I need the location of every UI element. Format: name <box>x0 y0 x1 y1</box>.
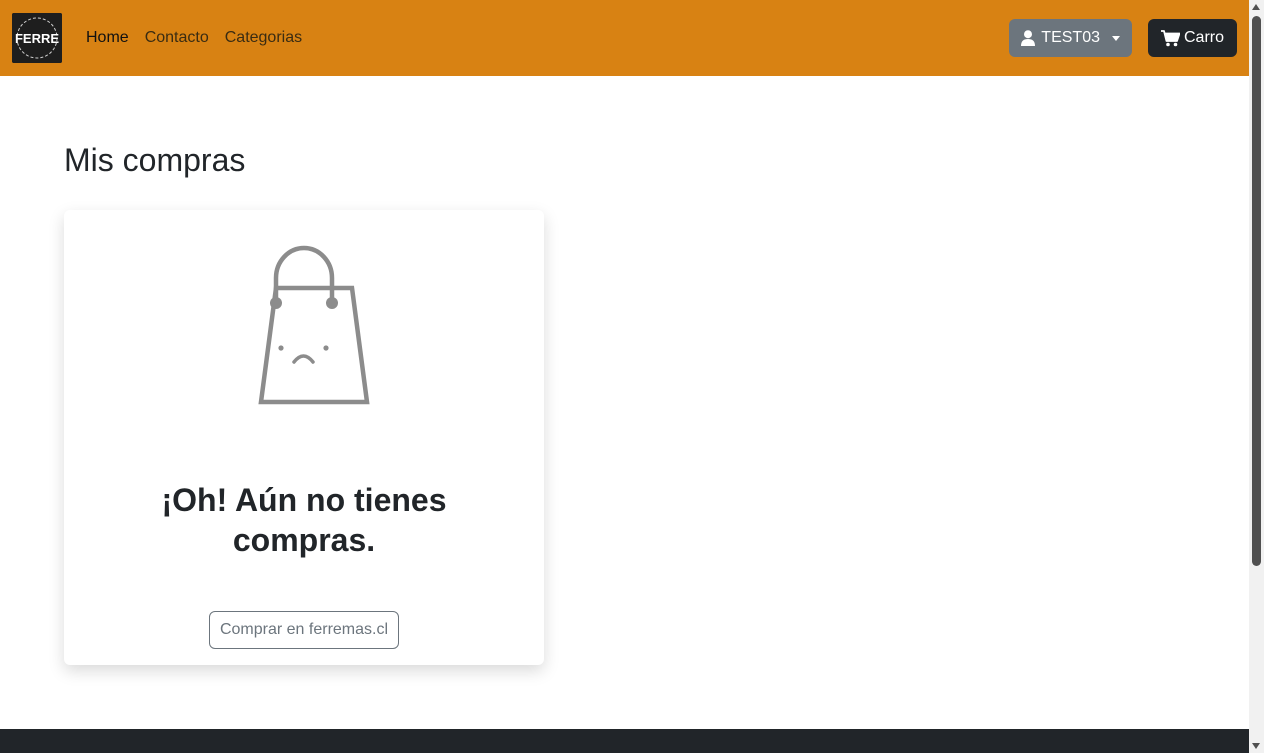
scroll-thumb[interactable] <box>1252 16 1261 566</box>
page-title: Mis compras <box>64 142 246 178</box>
ferre-logo-icon: FERRE <box>12 13 62 63</box>
user-label: TEST03 <box>1041 29 1100 46</box>
empty-orders-card: ¡Oh! Aún no tienes compras. Comprar en f… <box>64 210 544 665</box>
footer <box>0 729 1249 753</box>
page-scrollbar[interactable] <box>1249 0 1264 753</box>
nav-link-contacto[interactable]: Contacto <box>137 29 217 47</box>
nav-link-home[interactable]: Home <box>78 29 137 47</box>
cart-icon <box>1160 29 1180 46</box>
cart-button[interactable]: Carro <box>1147 19 1237 57</box>
caret-down-icon <box>1111 35 1120 41</box>
nav-link-categorias[interactable]: Categorias <box>217 29 310 47</box>
user-icon <box>1021 30 1036 46</box>
nav-links: Home Contacto Categorias <box>78 29 310 47</box>
user-menu-button[interactable]: TEST03 <box>1009 19 1132 57</box>
nav-right: TEST03 Carro <box>1009 19 1237 57</box>
shop-button[interactable]: Comprar en ferremas.cl <box>209 611 399 649</box>
scroll-up-arrow-icon[interactable] <box>1252 4 1260 10</box>
sad-shopping-bag-icon <box>258 245 370 405</box>
empty-orders-message: ¡Oh! Aún no tienes compras. <box>161 482 447 558</box>
navbar: FERRE Home Contacto Categorias TEST03 Ca… <box>0 0 1249 76</box>
brand-logo[interactable]: FERRE <box>12 13 62 63</box>
cart-label: Carro <box>1183 29 1224 46</box>
brand-text: FERRE <box>15 31 59 46</box>
scroll-down-arrow-icon[interactable] <box>1252 743 1260 749</box>
